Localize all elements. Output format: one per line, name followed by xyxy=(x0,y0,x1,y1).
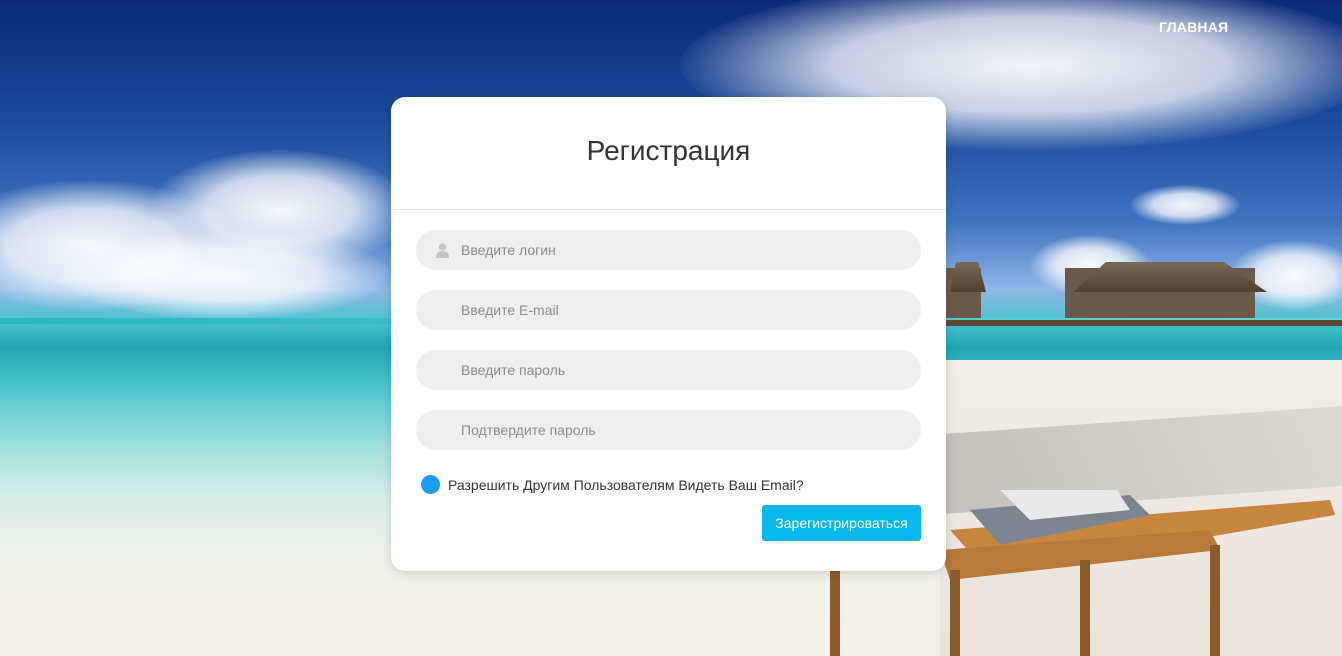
email-field xyxy=(416,290,921,330)
email-input[interactable] xyxy=(461,292,901,328)
confirm-password-input[interactable] xyxy=(461,412,901,448)
password-field xyxy=(416,350,921,390)
password-input[interactable] xyxy=(461,352,901,388)
page-title: Регистрация xyxy=(586,135,751,166)
user-icon xyxy=(436,243,449,258)
share-email-label: Разрешить Другим Пользователям Видеть Ва… xyxy=(448,476,804,493)
registration-card: Регистрация Разрешить Другим Пользовател… xyxy=(391,97,946,571)
register-button[interactable]: Зарегистрироваться xyxy=(762,505,921,541)
login-input[interactable] xyxy=(461,232,901,268)
pier xyxy=(946,320,1342,326)
share-email-checkbox[interactable] xyxy=(421,475,440,494)
background-cloud xyxy=(1130,185,1240,225)
card-header: Регистрация xyxy=(391,97,946,210)
background-cloud xyxy=(60,230,390,320)
nav-home-link[interactable]: ГЛАВНАЯ xyxy=(1159,19,1228,35)
confirm-password-field xyxy=(416,410,921,450)
page-background: ГЛАВНАЯ Регистрация Разрешить Другим Пол… xyxy=(0,0,1342,656)
login-field xyxy=(416,230,921,270)
share-email-row: Разрешить Другим Пользователям Видеть Ва… xyxy=(421,475,804,494)
